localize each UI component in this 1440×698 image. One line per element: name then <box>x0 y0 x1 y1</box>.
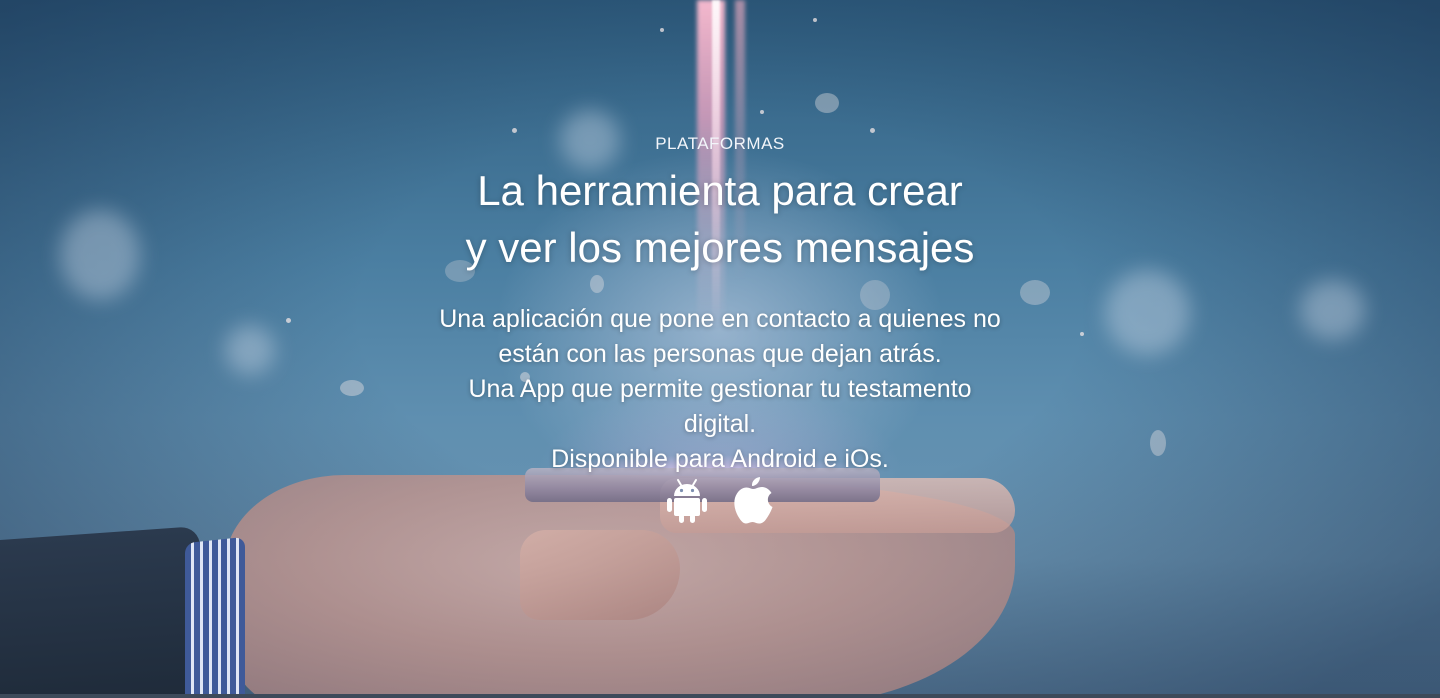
headline-line: y ver los mejores mensajes <box>465 224 975 271</box>
particle <box>813 18 817 22</box>
shirt-cuff <box>185 536 245 698</box>
bottom-strip <box>0 694 1440 698</box>
description-line: Una App que permite gestionar tu testame… <box>468 375 972 403</box>
description-line: Una aplicación que pone en contacto a qu… <box>439 305 1001 333</box>
hero-content: PLATAFORMAS La herramienta para crear y … <box>0 132 1440 477</box>
android-icon <box>667 479 707 523</box>
particle <box>660 28 664 32</box>
platform-links <box>0 474 1440 526</box>
description-line: Disponible para Android e iOs. <box>551 445 889 473</box>
description-line: digital. <box>683 410 757 438</box>
android-link[interactable] <box>665 474 709 526</box>
description-line: están con las personas que dejan atrás. <box>498 340 942 368</box>
apple-icon <box>734 477 773 524</box>
section-eyebrow: PLATAFORMAS <box>655 134 785 153</box>
particle <box>815 93 839 113</box>
hero-section: PLATAFORMAS La herramienta para crear y … <box>0 0 1440 698</box>
particle <box>760 110 764 114</box>
ios-link[interactable] <box>731 474 775 526</box>
hand-thumb <box>520 530 680 620</box>
suit-sleeve <box>0 526 200 698</box>
headline-line: La herramienta para crear <box>477 167 963 214</box>
hero-headline: La herramienta para crear y ver los mejo… <box>0 162 1440 276</box>
hero-description: Una aplicación que pone en contacto a qu… <box>370 302 1070 477</box>
